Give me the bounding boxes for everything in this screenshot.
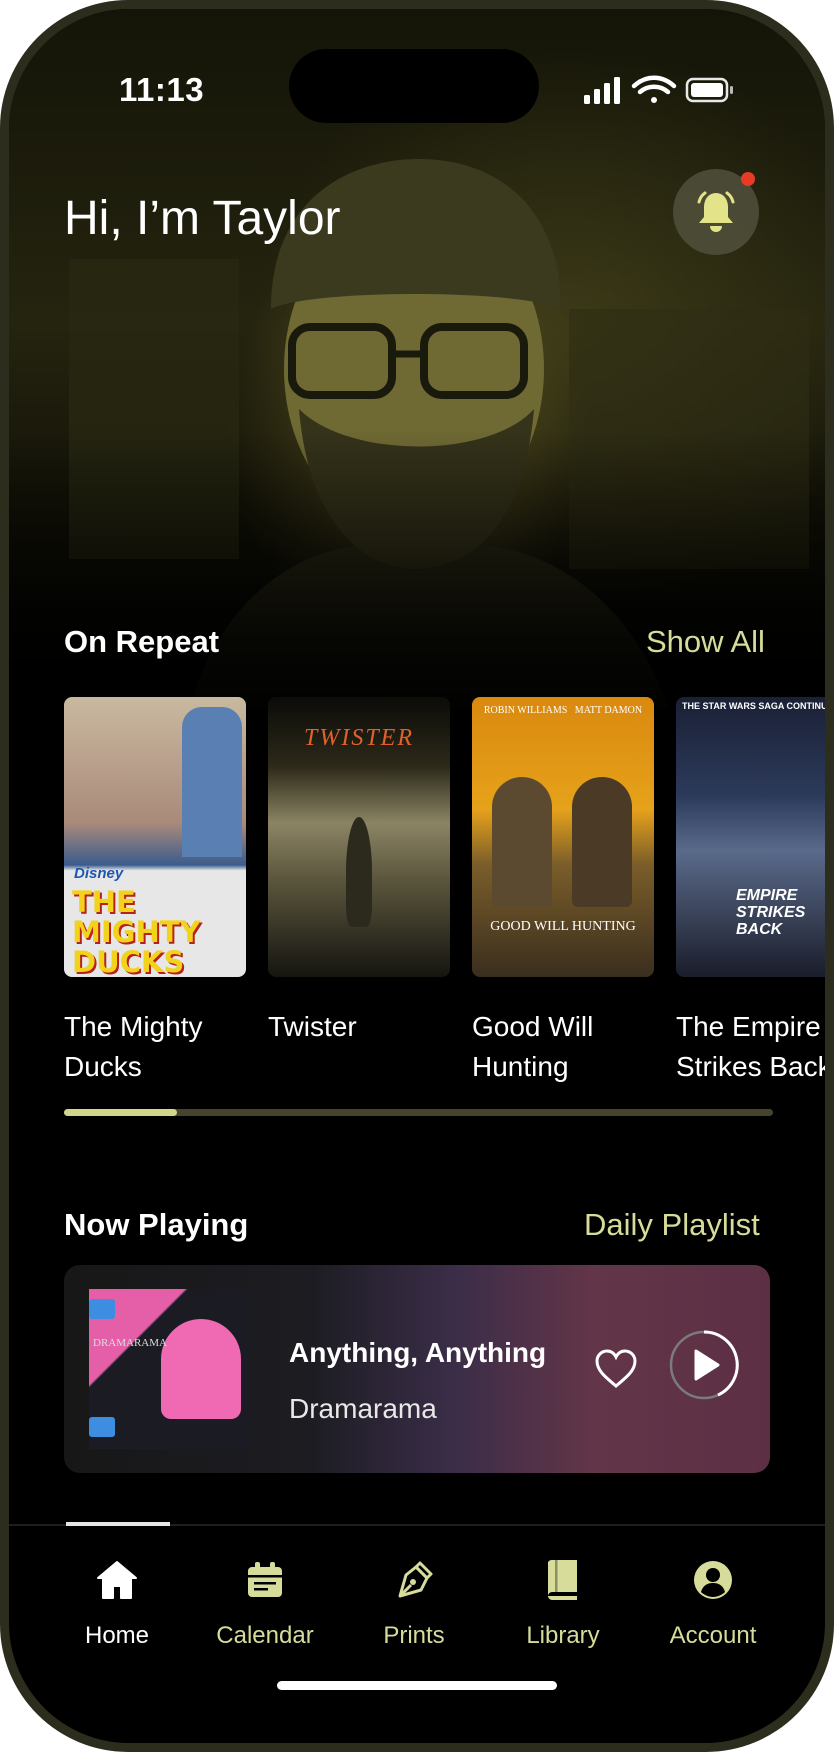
heart-icon (595, 1349, 637, 1388)
tab-account[interactable]: Account (638, 1554, 788, 1650)
tab-label: Library (526, 1622, 600, 1649)
movie-title: Twister (268, 1011, 357, 1042)
poster-title: THE MIGHTY DUCKS (72, 885, 201, 977)
now-playing-title: Now Playing (64, 1207, 249, 1242)
tab-label: Prints (383, 1622, 445, 1649)
tab-label: Calendar (216, 1622, 314, 1649)
poster-title: GOOD WILL HUNTING (490, 919, 636, 934)
movie-title: Good Will Hunting (472, 1011, 594, 1082)
notification-badge (741, 172, 755, 186)
movie-poster: Disney THE MIGHTY DUCKS (64, 697, 246, 977)
active-tab-indicator (66, 1522, 170, 1526)
tab-label: Home (84, 1622, 150, 1649)
track-title: Anything, Anything (289, 1337, 547, 1368)
carousel-scrollbar[interactable] (64, 1109, 773, 1116)
now-playing-card[interactable]: DRAMARAMA Anything, Anything Dramarama (64, 1265, 770, 1473)
movie-card[interactable]: ROBIN WILLIAMS MATT DAMON GOOD WILL HUNT… (472, 697, 654, 1087)
status-time: 11:13 (119, 71, 205, 108)
movie-card[interactable]: TWISTER Twister (268, 697, 450, 1047)
movie-card[interactable]: THE STAR WARS SAGA CONTINUES EMPIRE STRI… (676, 697, 825, 1087)
tab-label: Account (669, 1622, 757, 1649)
movie-poster: ROBIN WILLIAMS MATT DAMON GOOD WILL HUNT… (472, 697, 654, 977)
poster-brand: Disney (74, 865, 124, 882)
hero-gradient (9, 429, 825, 709)
track-artist: Dramarama (289, 1393, 437, 1424)
battery-icon (685, 77, 733, 103)
app-screen: 11:13 Hi, I’m Taylor On Repeat Show All … (9, 9, 825, 1743)
phone-frame: 11:13 Hi, I’m Taylor On Repeat Show All … (0, 0, 834, 1752)
carousel-scrollbar-thumb[interactable] (64, 1109, 178, 1116)
dynamic-island (289, 49, 539, 123)
poster-title: TWISTER (304, 725, 414, 751)
home-indicator[interactable] (277, 1681, 557, 1690)
movie-card[interactable]: Disney THE MIGHTY DUCKS The Mighty Ducks (64, 697, 246, 1087)
greeting-title: Hi, I’m Taylor (64, 192, 341, 245)
poster-credits: ROBIN WILLIAMS MATT DAMON (483, 705, 643, 716)
movie-poster: TWISTER (268, 697, 450, 977)
show-all-link[interactable]: Show All (646, 624, 765, 660)
status-icons (584, 75, 754, 110)
on-repeat-title: On Repeat (64, 624, 220, 659)
bell-icon (697, 191, 735, 232)
album-art: DRAMARAMA (89, 1289, 249, 1449)
user-icon (694, 1561, 732, 1599)
like-button[interactable] (594, 1349, 638, 1389)
movie-title: The Empire Strikes Back (676, 1011, 825, 1082)
tab-library[interactable]: Library (488, 1554, 638, 1650)
daily-playlist-link[interactable]: Daily Playlist (584, 1207, 760, 1243)
signal-icon (584, 77, 620, 104)
book-icon (548, 1560, 577, 1600)
poster-header: THE STAR WARS SAGA CONTINUES (682, 701, 825, 711)
play-icon (669, 1330, 739, 1400)
movie-title: The Mighty Ducks (64, 1011, 203, 1082)
movie-poster: THE STAR WARS SAGA CONTINUES EMPIRE STRI… (676, 697, 825, 977)
home-icon (97, 1561, 137, 1599)
tab-home[interactable]: Home (42, 1554, 192, 1650)
wifi-icon (631, 75, 677, 103)
poster-title: EMPIRE STRIKES BACK (736, 887, 806, 938)
album-text: DRAMARAMA (93, 1337, 167, 1349)
tab-calendar[interactable]: Calendar (190, 1554, 340, 1650)
tab-prints[interactable]: Prints (339, 1554, 489, 1650)
pen-nib-icon (398, 1561, 433, 1598)
play-button[interactable] (668, 1329, 740, 1401)
calendar-icon (248, 1562, 282, 1597)
